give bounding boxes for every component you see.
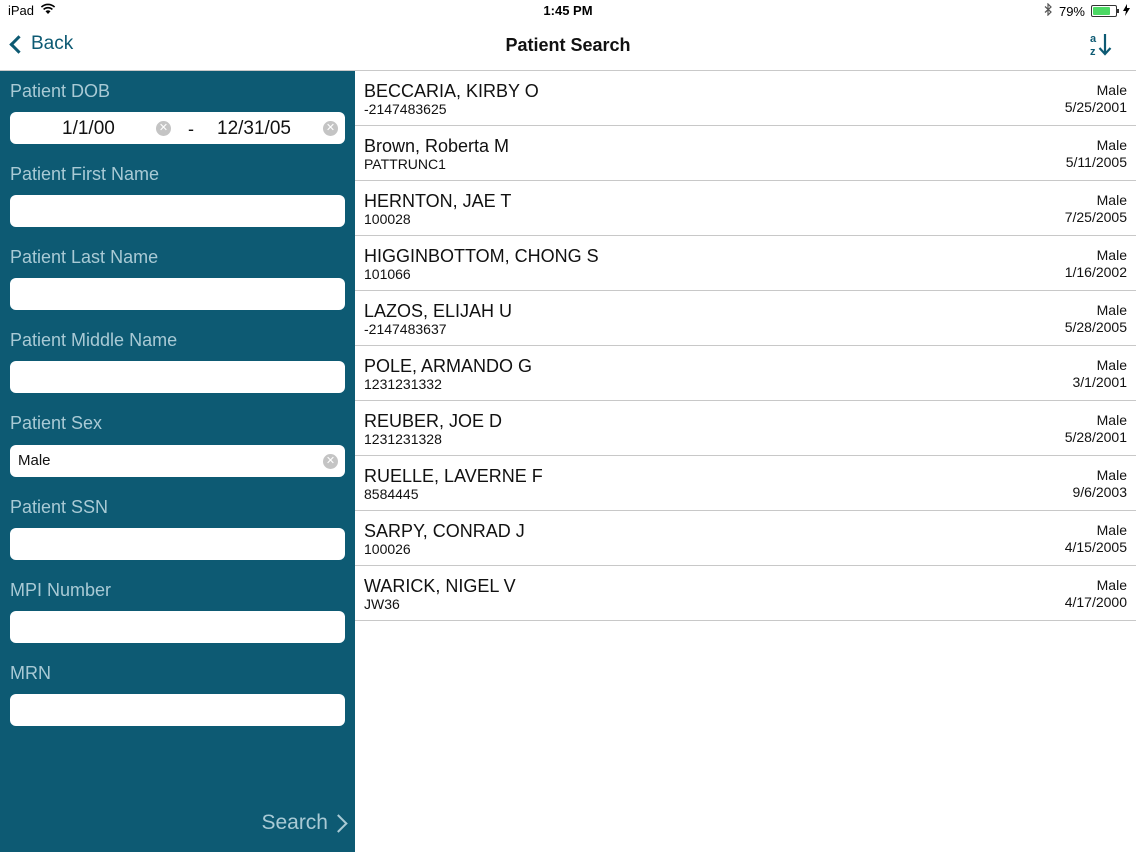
search-label: Search bbox=[261, 811, 328, 834]
patient-row[interactable]: HIGGINBOTTOM, CHONG S 101066 Male 1/16/2002 bbox=[355, 236, 1136, 291]
mrn-label: MRN bbox=[10, 663, 51, 683]
sex-label: Patient Sex bbox=[10, 413, 103, 433]
dob-separator: - bbox=[188, 119, 194, 139]
patient-dob: 7/25/2005 bbox=[1064, 209, 1127, 225]
patient-name: WARICK, NIGEL V bbox=[364, 576, 516, 596]
chevron-right-icon bbox=[329, 813, 348, 833]
patient-dob: 1/16/2002 bbox=[1064, 264, 1127, 280]
patient-id: 1231231328 bbox=[364, 431, 442, 447]
first-name-field[interactable] bbox=[10, 195, 345, 227]
ssn-label: Patient SSN bbox=[10, 497, 109, 517]
patient-results-list: BECCARIA, KIRBY O -2147483625 Male 5/25/200… bbox=[355, 71, 1136, 852]
back-button[interactable]: Back bbox=[9, 33, 74, 55]
status-right: 79% bbox=[1044, 2, 1130, 19]
sex-field[interactable]: Male ✕ bbox=[10, 445, 345, 477]
patient-row[interactable]: POLE, ARMANDO G 1231231332 Male 3/1/2001 bbox=[355, 346, 1136, 401]
sex-clear-icon[interactable]: ✕ bbox=[323, 454, 338, 469]
status-bar: iPad 1:45 PM 79% bbox=[0, 0, 1136, 22]
sort-az-icon[interactable]: a z bbox=[1088, 31, 1114, 59]
middle-name-label: Patient Middle Name bbox=[10, 330, 178, 350]
patient-dob: 9/6/2003 bbox=[1072, 484, 1128, 500]
mpi-label: MPI Number bbox=[10, 580, 112, 600]
patient-row[interactable]: LAZOS, ELIJAH U -2147483637 Male 5/28/2005 bbox=[355, 291, 1136, 346]
patient-sex: Male bbox=[1096, 467, 1127, 483]
patient-sex: Male bbox=[1096, 247, 1127, 263]
patient-name: REUBER, JOE D bbox=[364, 411, 503, 431]
patient-id: 100026 bbox=[364, 541, 411, 557]
patient-name: POLE, ARMANDO G bbox=[364, 356, 533, 376]
last-name-field[interactable] bbox=[10, 278, 345, 310]
svg-text:z: z bbox=[1090, 46, 1096, 58]
sex-value: Male bbox=[18, 452, 51, 469]
patient-sex: Male bbox=[1096, 192, 1127, 208]
svg-text:a: a bbox=[1090, 33, 1097, 45]
patient-name: LAZOS, ELIJAH U bbox=[364, 301, 513, 321]
patient-dob: 5/11/2005 bbox=[1065, 154, 1127, 170]
patient-row[interactable]: HERNTON, JAE T 100028 Male 7/25/2005 bbox=[355, 181, 1136, 236]
dob-range-field: 1/1/00 ✕ - 12/31/05 ✕ bbox=[10, 112, 345, 144]
patient-sex: Male bbox=[1096, 137, 1127, 153]
search-sidebar: Patient DOB 1/1/00 ✕ - 12/31/05 ✕ Patien… bbox=[0, 71, 355, 852]
patient-row[interactable]: RUELLE, LAVERNE F 8584445 Male 9/6/2003 bbox=[355, 456, 1136, 511]
dob-from-input[interactable]: 1/1/00 bbox=[62, 118, 115, 140]
patient-row[interactable]: SARPY, CONRAD J 100026 Male 4/15/2005 bbox=[355, 511, 1136, 566]
patient-id: 1231231332 bbox=[364, 376, 442, 392]
patient-id: JW36 bbox=[364, 596, 400, 612]
patient-name: HERNTON, JAE T bbox=[364, 191, 512, 211]
battery-icon bbox=[1091, 5, 1119, 17]
battery-percent: 79% bbox=[1058, 3, 1085, 19]
middle-name-field[interactable] bbox=[10, 361, 345, 393]
patient-sex: Male bbox=[1096, 412, 1127, 428]
patient-sex: Male bbox=[1096, 82, 1127, 98]
patient-dob: 4/15/2005 bbox=[1064, 539, 1127, 555]
patient-id: -2147483625 bbox=[364, 101, 447, 117]
patient-row[interactable]: WARICK, NIGEL V JW36 Male 4/17/2000 bbox=[355, 566, 1136, 621]
patient-row[interactable]: BECCARIA, KIRBY O -2147483625 Male 5/25/200… bbox=[355, 71, 1136, 126]
patient-row[interactable]: REUBER, JOE D 1231231328 Male 5/28/2001 bbox=[355, 401, 1136, 456]
patient-dob: 5/28/2005 bbox=[1064, 319, 1127, 335]
patient-sex: Male bbox=[1096, 522, 1127, 538]
charging-icon bbox=[1123, 3, 1130, 19]
patient-name: SARPY, CONRAD J bbox=[364, 521, 525, 541]
page-title: Patient Search bbox=[505, 35, 631, 55]
patient-dob: 5/28/2001 bbox=[1064, 429, 1127, 445]
dob-label: Patient DOB bbox=[10, 81, 111, 101]
patient-dob: 4/17/2000 bbox=[1064, 594, 1127, 610]
patient-dob: 3/1/2001 bbox=[1072, 374, 1128, 390]
patient-id: -2147483637 bbox=[364, 321, 447, 337]
patient-name: RUELLE, LAVERNE F bbox=[364, 466, 543, 486]
patient-id: 100028 bbox=[364, 211, 411, 227]
patient-row[interactable]: Brown, Roberta M PATTRUNC1 Male 5/11/2005 bbox=[355, 126, 1136, 181]
dob-to-clear-icon[interactable]: ✕ bbox=[323, 121, 338, 136]
patient-id: PATTRUNC1 bbox=[364, 156, 446, 172]
patient-name: BECCARIA, KIRBY O bbox=[364, 81, 539, 101]
patient-id: 101066 bbox=[364, 266, 411, 282]
mpi-field[interactable] bbox=[10, 611, 345, 643]
bluetooth-icon bbox=[1044, 2, 1053, 19]
patient-name: HIGGINBOTTOM, CHONG S bbox=[364, 246, 599, 266]
back-label: Back bbox=[31, 33, 74, 54]
patient-sex: Male bbox=[1096, 302, 1127, 318]
patient-sex: Male bbox=[1096, 357, 1127, 373]
dob-from-clear-icon[interactable]: ✕ bbox=[156, 121, 171, 136]
battery-fill bbox=[1093, 7, 1111, 15]
mrn-field[interactable] bbox=[10, 694, 345, 726]
search-button[interactable]: Search bbox=[261, 811, 348, 835]
status-time: 1:45 PM bbox=[543, 3, 593, 18]
dob-to-input[interactable]: 12/31/05 bbox=[217, 118, 291, 140]
chevron-left-icon bbox=[9, 34, 28, 54]
patient-sex: Male bbox=[1096, 577, 1127, 593]
patient-name: Brown, Roberta M bbox=[364, 136, 510, 156]
patient-dob: 5/25/2001 bbox=[1064, 99, 1127, 115]
nav-bar: Back Patient Search a z bbox=[0, 22, 1136, 71]
first-name-label: Patient First Name bbox=[10, 164, 160, 184]
ssn-field[interactable] bbox=[10, 528, 345, 560]
patient-id: 8584445 bbox=[364, 486, 419, 502]
last-name-label: Patient Last Name bbox=[10, 247, 159, 267]
